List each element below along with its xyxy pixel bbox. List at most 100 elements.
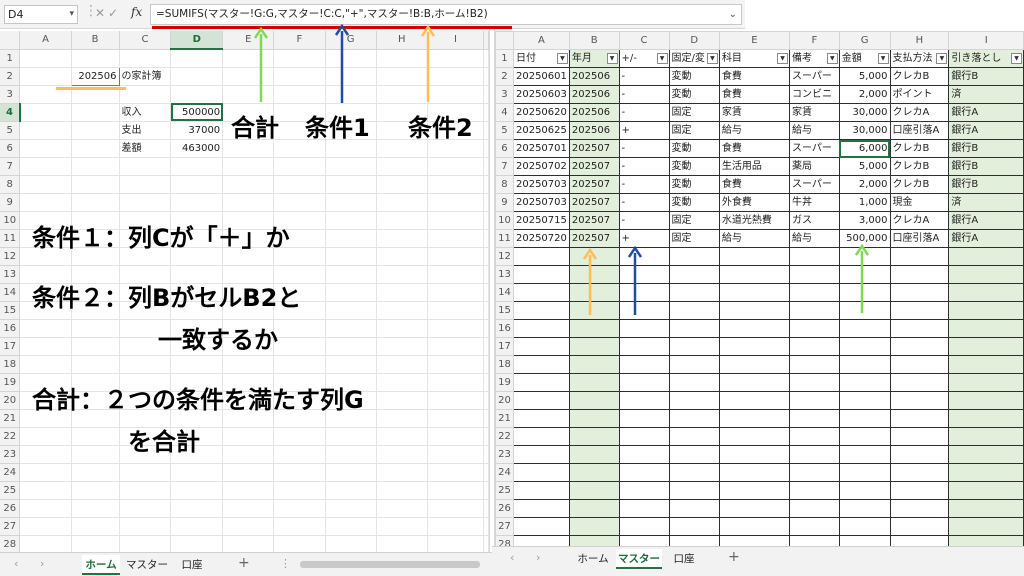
cell[interactable] <box>618 445 670 464</box>
cell[interactable] <box>376 355 428 374</box>
cell[interactable] <box>889 319 950 338</box>
cell[interactable] <box>512 247 570 266</box>
row-header[interactable]: 6 <box>495 139 514 158</box>
header-cell[interactable]: +/- ▼ <box>618 49 670 68</box>
cell[interactable] <box>71 499 120 518</box>
cell[interactable] <box>170 157 224 176</box>
data-cell[interactable]: 2,000 <box>838 175 891 194</box>
data-cell[interactable]: + <box>618 229 670 248</box>
filter-dropdown-icon[interactable]: ▼ <box>606 53 618 64</box>
cell[interactable] <box>325 301 377 320</box>
cell[interactable] <box>427 85 485 104</box>
cell[interactable] <box>718 445 791 464</box>
cell[interactable] <box>376 319 428 338</box>
data-cell[interactable]: 202506 <box>568 121 620 140</box>
row-header[interactable]: 13 <box>495 265 514 284</box>
cell[interactable] <box>568 355 620 374</box>
data-cell[interactable]: クレカB <box>889 157 950 176</box>
cell[interactable] <box>427 67 485 86</box>
cell[interactable] <box>376 229 428 248</box>
name-box[interactable]: D4 ▾ <box>4 5 78 24</box>
cell[interactable] <box>512 337 570 356</box>
row-header[interactable]: 4 <box>0 103 21 122</box>
cell[interactable] <box>325 247 377 266</box>
row-header[interactable]: 21 <box>495 409 514 428</box>
row-header[interactable]: 4 <box>495 103 514 122</box>
cell[interactable] <box>889 517 950 536</box>
cell[interactable] <box>119 535 172 552</box>
column-header[interactable] <box>483 31 489 50</box>
cell[interactable] <box>427 283 485 302</box>
cell[interactable] <box>618 373 670 392</box>
cell[interactable] <box>789 481 840 500</box>
row-header[interactable]: 19 <box>495 373 514 392</box>
row-header[interactable]: 2 <box>495 67 514 86</box>
cell[interactable] <box>376 337 428 356</box>
cell[interactable] <box>325 229 377 248</box>
title-suffix[interactable]: の家計簿 <box>119 67 172 86</box>
row-header[interactable]: 9 <box>0 193 21 212</box>
cell[interactable] <box>222 445 275 464</box>
data-cell[interactable]: 変動 <box>668 67 720 86</box>
data-cell[interactable]: - <box>618 85 670 104</box>
cell[interactable] <box>427 499 485 518</box>
row-header[interactable]: 7 <box>0 157 21 176</box>
row-header[interactable]: 9 <box>495 193 514 212</box>
cell[interactable] <box>483 499 489 518</box>
cell[interactable] <box>71 49 120 68</box>
data-cell[interactable]: - <box>618 175 670 194</box>
row-header[interactable]: 2 <box>0 67 21 86</box>
cell[interactable] <box>483 265 489 284</box>
cell[interactable] <box>71 175 120 194</box>
cell[interactable] <box>789 337 840 356</box>
data-cell[interactable]: 202507 <box>568 157 620 176</box>
row-header[interactable]: 23 <box>0 445 21 464</box>
cell[interactable] <box>427 481 485 500</box>
row-header[interactable]: 28 <box>0 535 21 552</box>
cell[interactable] <box>119 175 172 194</box>
cell[interactable] <box>668 319 720 338</box>
formula-input[interactable]: =SUMIFS(マスター!G:G,マスター!C:C,"+",マスター!B:B,ホ… <box>150 4 742 25</box>
cell[interactable] <box>376 463 428 482</box>
cell[interactable] <box>170 67 224 86</box>
function-icon[interactable]: fx <box>131 5 142 19</box>
filter-dropdown-icon[interactable]: ▼ <box>826 53 838 64</box>
data-cell[interactable]: + <box>618 121 670 140</box>
income-label[interactable]: 収入 <box>119 103 172 122</box>
data-cell[interactable]: 固定 <box>668 121 720 140</box>
cell[interactable] <box>222 517 275 536</box>
row-header[interactable]: 24 <box>495 463 514 482</box>
cell[interactable] <box>170 355 224 374</box>
cell[interactable] <box>483 139 489 158</box>
cell[interactable] <box>838 499 891 518</box>
cell[interactable] <box>512 373 570 392</box>
expense-value[interactable]: 37000 <box>170 121 224 140</box>
cell[interactable] <box>376 535 428 552</box>
master-sheet-grid[interactable]: A B C D E F G H I 1 日付 ▼ 年月 ▼ +/- ▼ 固定/変 ▼ 科目 ▼ 備考 ▼ 金額 ▼ 支払方法 ▼ 引… <box>495 31 1024 546</box>
row-header[interactable]: 19 <box>0 373 21 392</box>
column-header[interactable]: H <box>889 31 950 50</box>
cell[interactable] <box>483 67 489 86</box>
cell[interactable] <box>948 301 1024 320</box>
data-cell[interactable]: 202506 <box>568 103 620 122</box>
cell[interactable] <box>568 535 620 546</box>
cell[interactable] <box>568 373 620 392</box>
cancel-confirm-icons[interactable]: ✕✓ <box>95 6 121 20</box>
cell[interactable] <box>376 157 428 176</box>
cell[interactable] <box>427 211 485 230</box>
row-header[interactable]: 24 <box>0 463 21 482</box>
data-cell[interactable]: 生活用品 <box>718 157 791 176</box>
column-header[interactable]: B <box>71 31 120 50</box>
tab-home[interactable]: ホーム <box>574 549 612 569</box>
row-header[interactable]: 25 <box>0 481 21 500</box>
tab-home[interactable]: ホーム <box>82 555 120 575</box>
cell[interactable] <box>668 283 720 302</box>
data-cell[interactable]: 20250703 <box>512 175 570 194</box>
data-cell[interactable]: 20250603 <box>512 85 570 104</box>
add-sheet-icon[interactable]: + <box>728 549 740 565</box>
data-cell[interactable]: クレカB <box>889 139 950 158</box>
cell[interactable] <box>19 481 72 500</box>
row-header[interactable]: 15 <box>0 301 21 320</box>
cell[interactable] <box>948 265 1024 284</box>
cell[interactable] <box>376 67 428 86</box>
